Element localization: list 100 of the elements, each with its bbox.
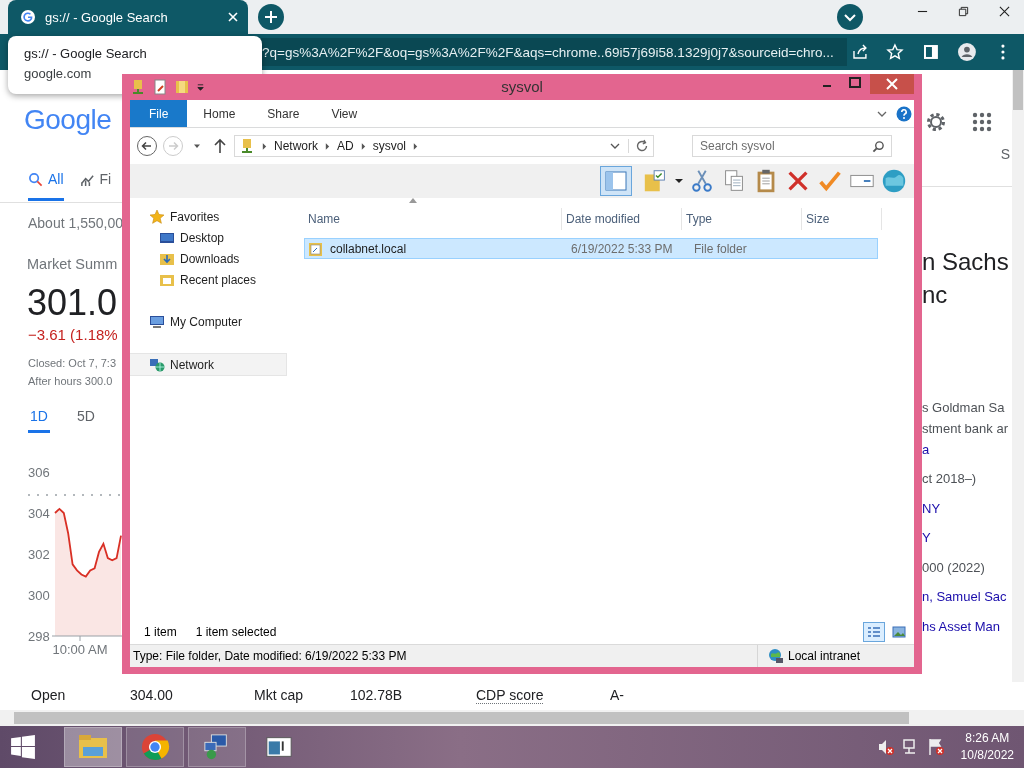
folder-icon bbox=[78, 733, 108, 761]
chevron-down-icon[interactable] bbox=[837, 4, 863, 30]
path-segment[interactable]: sysvol bbox=[372, 139, 407, 153]
muted-speaker-icon[interactable] bbox=[876, 738, 895, 756]
search-field[interactable]: Search sysvol bbox=[692, 135, 892, 157]
range-tab[interactable]: 1D bbox=[28, 408, 50, 433]
ribbon-tab[interactable]: Home bbox=[187, 100, 252, 127]
column-header[interactable]: Size bbox=[802, 208, 882, 230]
ribbon-tab[interactable]: Share bbox=[251, 100, 316, 127]
list-icon bbox=[867, 626, 881, 638]
fact-text: ct 2018–) bbox=[922, 470, 978, 488]
panel-description: stment bank ar bbox=[922, 420, 1009, 438]
share-icon[interactable] bbox=[850, 43, 869, 61]
details-view-button[interactable] bbox=[863, 622, 885, 642]
security-zone: Local intranet bbox=[788, 649, 861, 663]
back-icon[interactable] bbox=[136, 135, 158, 157]
path-segment[interactable]: Network bbox=[274, 139, 318, 153]
item-count: 1 item bbox=[144, 625, 177, 639]
fact-link[interactable]: Y bbox=[922, 527, 1012, 557]
side-panel-icon[interactable] bbox=[922, 43, 941, 61]
stat-value: 102.78B bbox=[350, 687, 403, 703]
nav-item[interactable]: Downloads bbox=[130, 248, 287, 269]
nav-item[interactable]: Recent places bbox=[130, 269, 287, 290]
column-header[interactable]: Type bbox=[682, 208, 802, 230]
nav-item[interactable]: Network bbox=[130, 353, 287, 376]
preview-pane-button[interactable] bbox=[600, 166, 632, 196]
file-row[interactable]: collabnet.local 6/19/2022 5:33 PM File folder bbox=[304, 238, 878, 259]
panel-title: nc bbox=[922, 280, 949, 310]
source-link[interactable]: a bbox=[922, 439, 1012, 460]
chevron-icon[interactable] bbox=[360, 142, 366, 150]
horizontal-scrollbar[interactable] bbox=[0, 710, 1024, 726]
new-tab-icon[interactable] bbox=[258, 4, 284, 30]
clock-date[interactable]: 10/8/2022 bbox=[960, 747, 1014, 764]
axis-label: 300 bbox=[28, 588, 50, 603]
stat-value: A- bbox=[610, 687, 624, 703]
fact-link[interactable]: n, Samuel Sac bbox=[922, 586, 1012, 616]
window-title: sysvol bbox=[500, 78, 544, 95]
price-change: −3.61 (1.18% bbox=[28, 326, 119, 343]
google-icon bbox=[20, 9, 36, 25]
globe-icon[interactable] bbox=[880, 167, 908, 195]
results-count: About 1,550,00 bbox=[28, 215, 122, 231]
chevron-icon[interactable] bbox=[262, 142, 267, 150]
close-icon[interactable] bbox=[999, 5, 1010, 17]
search-tab[interactable]: Fi bbox=[79, 168, 112, 196]
axis-label: 306 bbox=[28, 465, 50, 480]
profile-icon[interactable] bbox=[958, 43, 977, 61]
stat-label: Open bbox=[31, 687, 66, 703]
axis-label: 304 bbox=[28, 506, 50, 521]
column-header[interactable]: Name bbox=[304, 208, 562, 230]
star-icon[interactable] bbox=[886, 43, 905, 61]
range-tab[interactable]: 5D bbox=[75, 408, 97, 433]
x-axis bbox=[51, 635, 122, 642]
vertical-scrollbar[interactable] bbox=[1012, 70, 1024, 682]
ribbon-tab[interactable]: View bbox=[315, 100, 374, 127]
taskbar-app-button[interactable] bbox=[188, 727, 246, 767]
dropdown-icon[interactable] bbox=[674, 176, 684, 186]
panel-title: n Sachs bbox=[922, 247, 1010, 277]
market-summary-title: Market Summ bbox=[27, 256, 119, 272]
chevron-icon[interactable] bbox=[325, 142, 330, 150]
nav-item[interactable]: My Computer bbox=[130, 311, 287, 332]
address-bar[interactable]: Network AD sysvol bbox=[234, 135, 654, 157]
up-arrow-icon[interactable] bbox=[213, 138, 227, 154]
clock-time[interactable]: 8:26 AM bbox=[965, 730, 1010, 747]
computer-icon bbox=[149, 313, 165, 330]
panel-description: s Goldman Sa bbox=[922, 399, 1006, 417]
axis-label: 302 bbox=[28, 547, 50, 562]
browser-tab[interactable]: gs:// - Google Search bbox=[8, 0, 248, 34]
closed-time: Closed: Oct 7, 7:3 bbox=[28, 357, 118, 369]
settings-icon[interactable] bbox=[924, 110, 948, 134]
taskbar-app-button[interactable] bbox=[126, 727, 184, 767]
stat-label: Mkt cap bbox=[254, 687, 303, 703]
image-icon bbox=[892, 626, 906, 638]
refresh-icon[interactable] bbox=[628, 139, 649, 153]
ribbon-tab[interactable]: File bbox=[130, 100, 188, 127]
stat-label[interactable]: CDP score bbox=[476, 686, 544, 704]
fact-text: 000 (2022) bbox=[922, 558, 986, 577]
google-logo[interactable]: Google bbox=[24, 104, 118, 138]
help-icon[interactable] bbox=[896, 105, 912, 122]
nav-item[interactable]: Favorites bbox=[130, 206, 287, 227]
search-tab[interactable]: S bbox=[1000, 146, 1010, 186]
chart-icon bbox=[79, 172, 95, 187]
apps-icon[interactable] bbox=[970, 110, 994, 134]
search-icon bbox=[28, 172, 43, 187]
network-folder-icon bbox=[239, 138, 255, 154]
fact-link[interactable]: NY bbox=[922, 497, 1012, 527]
nav-item[interactable]: Desktop bbox=[130, 227, 287, 248]
browser-icon bbox=[140, 733, 170, 761]
close-button[interactable] bbox=[870, 74, 914, 94]
flag-icon[interactable] bbox=[926, 738, 945, 756]
globe-icon bbox=[768, 648, 784, 664]
tooltip-title: gs:// - Google Search bbox=[24, 46, 148, 61]
selection-count: 1 item selected bbox=[195, 625, 277, 639]
fact-link[interactable]: hs Asset Man bbox=[922, 615, 1012, 645]
properties-icon[interactable] bbox=[152, 79, 168, 95]
stock-price: 301.0 bbox=[27, 282, 119, 324]
restore-icon[interactable] bbox=[958, 5, 969, 17]
column-header[interactable]: Date modified bbox=[562, 208, 682, 230]
windows-start-icon[interactable] bbox=[10, 734, 36, 760]
path-segment[interactable]: AD bbox=[337, 139, 354, 153]
chevron-icon[interactable] bbox=[413, 142, 419, 150]
